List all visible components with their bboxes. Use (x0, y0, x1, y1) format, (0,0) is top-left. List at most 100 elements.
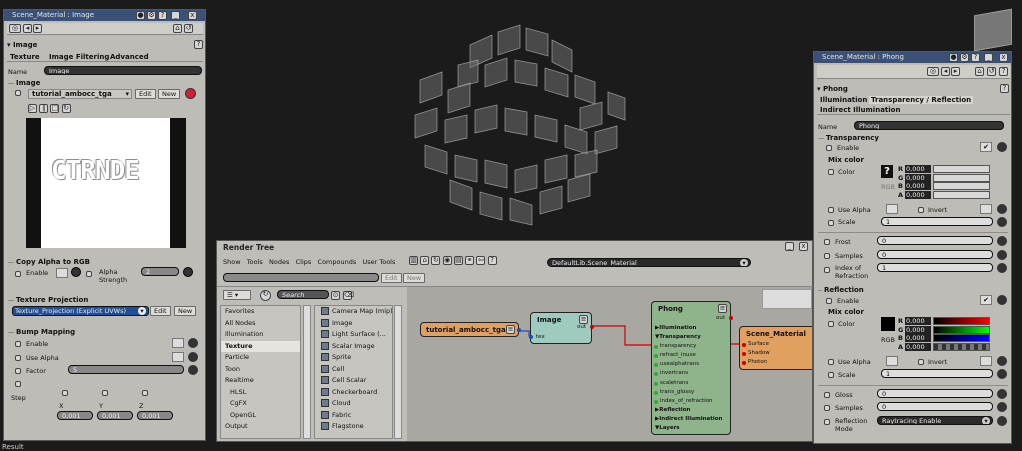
animate-icon[interactable] (997, 356, 1007, 366)
refl-mode-checkbox[interactable] (824, 419, 830, 425)
animate-icon[interactable] (997, 204, 1007, 214)
menu-tools[interactable]: Tools (247, 258, 263, 266)
step-z-field[interactable]: 0,001 (137, 411, 173, 420)
tab-image-filtering[interactable]: Image Filtering (49, 53, 109, 61)
animate-icon[interactable] (997, 217, 1007, 227)
channel-value[interactable]: 0,000 (905, 173, 931, 182)
channel-value[interactable]: 0,000 (905, 165, 931, 173)
gloss-checkbox[interactable] (824, 392, 830, 398)
category-item[interactable]: Realtime (221, 375, 300, 387)
tab-illumination[interactable]: Illumination (820, 96, 867, 104)
animate-icon[interactable] (997, 236, 1007, 246)
category-item[interactable]: All Nodes (221, 318, 300, 330)
tab-indirect-illumination[interactable]: Indirect Illumination (820, 106, 900, 114)
use-alpha2-toggle[interactable] (886, 356, 898, 366)
phong-port[interactable]: ▼Transparency (655, 333, 722, 342)
edit-button[interactable]: Edit (381, 273, 402, 283)
step-x-checkbox[interactable] (62, 390, 68, 396)
projection-new-button[interactable]: New (174, 306, 197, 316)
invert2-toggle[interactable] (980, 356, 992, 366)
animate-icon[interactable] (183, 267, 193, 277)
node-list-item[interactable]: Fabric (315, 410, 392, 422)
channel-slider[interactable] (933, 342, 990, 351)
phong-node[interactable]: Phong ≡ out ▶Illumination ▼Transparency tr… (651, 301, 733, 435)
image-tex-port[interactable]: tex (536, 334, 545, 340)
use-alpha-toggle[interactable] (886, 204, 898, 214)
clip-checkbox[interactable] (15, 90, 21, 96)
node-list-item[interactable]: Sprite (315, 352, 392, 364)
phong-port[interactable]: ▶Indirect Illumination (655, 415, 722, 424)
factor-checkbox[interactable] (15, 368, 21, 374)
animate-icon[interactable] (188, 338, 198, 348)
node-list-item[interactable]: Flagstone (315, 421, 392, 433)
edit-button[interactable]: Edit (135, 89, 156, 99)
refresh-icon[interactable]: ↻ (431, 256, 441, 265)
help-icon[interactable]: ? (194, 40, 203, 49)
tab-texture[interactable]: Texture (10, 53, 40, 61)
view-cube-icon[interactable] (974, 8, 1012, 52)
phong-port[interactable]: scaletrans (654, 379, 722, 388)
record-icon[interactable] (185, 88, 196, 99)
category-item[interactable]: Toon (221, 364, 300, 376)
projection-edit-button[interactable]: Edit (150, 306, 171, 316)
tga-node[interactable]: tutorial_ambocc_tga ≡ (420, 322, 521, 337)
tab-advanced[interactable]: Advanced (110, 53, 149, 61)
search-options-icon[interactable]: ⊙ (331, 291, 340, 300)
image-out-port[interactable]: out (577, 324, 586, 330)
material-dropdown[interactable]: DefaultLib.Scene_Material ▾ (547, 258, 751, 267)
animate-icon[interactable] (997, 295, 1007, 305)
clip-dropdown[interactable] (223, 273, 379, 282)
category-item[interactable]: CgFX (221, 398, 300, 410)
channel-value[interactable]: 0,000 (905, 325, 931, 334)
frame-icon[interactable]: ◉ (442, 256, 452, 265)
node-menu-icon[interactable]: ≡ (506, 325, 515, 334)
play-icon[interactable]: ▷ (28, 104, 37, 113)
category-item[interactable]: Output (221, 421, 300, 433)
minimize-icon[interactable]: _ (984, 53, 993, 62)
name-field[interactable]: Phong (854, 121, 1004, 130)
channel-slider[interactable] (933, 317, 990, 325)
help-icon[interactable]: ? (158, 11, 167, 20)
step-checkbox[interactable] (15, 381, 21, 387)
stop-icon[interactable]: □ (50, 104, 60, 113)
node-menu-icon[interactable]: ≡ (718, 304, 727, 313)
phong-out-port[interactable]: out (716, 315, 725, 321)
lock-panel-icon[interactable]: ⌂ (173, 24, 182, 33)
animate-icon[interactable] (997, 416, 1007, 426)
frost-field[interactable]: 0 (877, 236, 993, 245)
use-alpha-toggle[interactable] (172, 352, 184, 362)
scene-port[interactable]: Shadow (742, 349, 770, 358)
phong-port[interactable]: ▶Reflection (655, 406, 722, 415)
scene-port[interactable]: Surface (742, 340, 770, 349)
animate-icon[interactable] (997, 142, 1007, 152)
channel-value[interactable]: 0,000 (905, 182, 931, 190)
category-item[interactable]: HLSL (221, 387, 300, 399)
arrow-left-icon[interactable]: ⇦ (476, 256, 486, 265)
graph-canvas[interactable]: tutorial_ambocc_tga ≡ Image ≡ out tex Ph… (407, 287, 812, 441)
forward-arrow-icon[interactable]: ▸ (951, 67, 960, 76)
samples-field[interactable]: 0 (877, 250, 993, 259)
channel-slider[interactable] (933, 334, 990, 342)
factor-field[interactable]: 5 (68, 365, 184, 374)
node-list-item[interactable]: Scalar Image (315, 341, 392, 353)
revert-icon[interactable]: ↺ (184, 24, 193, 33)
refl-mode-dropdown[interactable]: Raytracing Enable ▾ (877, 416, 993, 425)
help-icon[interactable]: ? (1000, 84, 1009, 93)
viewport-render[interactable] (400, 20, 630, 230)
enable-checkbox[interactable] (15, 271, 21, 277)
animate-icon[interactable] (188, 352, 198, 362)
invert2-checkbox[interactable] (918, 359, 924, 365)
bump-enable-toggle[interactable] (172, 338, 184, 348)
samples-checkbox[interactable] (824, 253, 830, 259)
minimize-icon[interactable]: _ (785, 242, 794, 251)
node-list-item[interactable]: Checkerboard (315, 387, 392, 399)
back-arrow-icon[interactable]: ◂ (23, 24, 32, 33)
channel-slider[interactable] (933, 325, 990, 334)
phong-port[interactable]: usealphatrans (654, 360, 722, 369)
image-node[interactable]: Image ≡ out tex (529, 312, 594, 344)
phong-port[interactable]: index_of_refraction (654, 397, 722, 406)
channel-slider[interactable] (933, 165, 990, 173)
use-alpha2-checkbox[interactable] (828, 359, 834, 365)
enable-checkbox[interactable] (826, 145, 832, 151)
color-swatch-unknown[interactable]: ? (881, 165, 893, 178)
